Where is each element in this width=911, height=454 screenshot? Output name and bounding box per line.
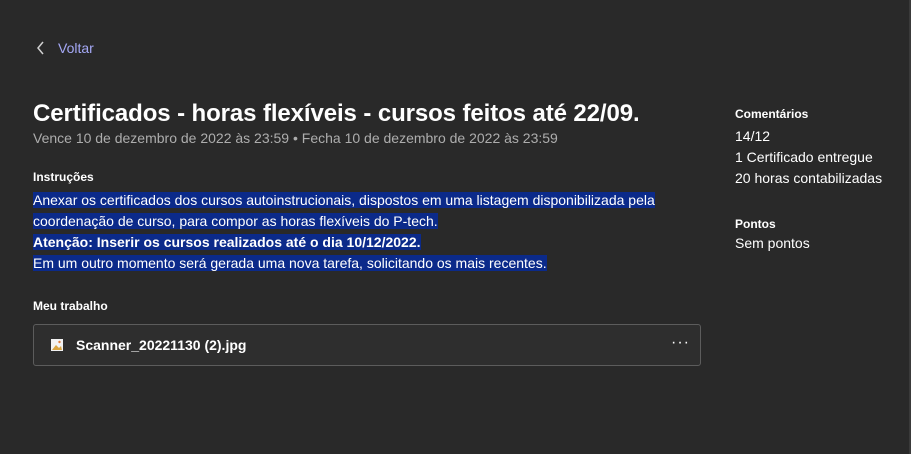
comments-label: Comentários xyxy=(735,107,809,121)
points-value: Sem pontos xyxy=(735,235,810,251)
instruction-line-bold: Atenção: Inserir os cursos realizados at… xyxy=(33,234,421,250)
assignment-title: Certificados - horas flexíveis - cursos … xyxy=(33,100,640,127)
instructions-label: Instruções xyxy=(33,170,94,184)
back-button[interactable]: Voltar xyxy=(36,40,94,56)
instruction-line: Anexar os certificados dos cursos autoin… xyxy=(33,192,655,208)
instruction-line: coordenação de curso, para compor as hor… xyxy=(33,213,438,229)
attachment-file-name[interactable]: Scanner_20221130 (2).jpg xyxy=(76,337,246,353)
comment-line: 1 Certificado entregue xyxy=(735,149,873,165)
chevron-left-icon xyxy=(37,41,44,55)
points-label: Pontos xyxy=(735,217,776,231)
instructions-text: Anexar os certificados dos cursos autoin… xyxy=(33,190,693,274)
my-work-label: Meu trabalho xyxy=(33,299,108,313)
comment-line: 14/12 xyxy=(735,128,771,144)
due-date: Vence 10 de dezembro de 2022 às 23:59 • … xyxy=(33,130,558,146)
more-options-icon[interactable]: ··· xyxy=(671,334,690,352)
image-file-icon xyxy=(51,339,63,351)
back-label: Voltar xyxy=(58,40,94,56)
instruction-line: Em um outro momento será gerada uma nova… xyxy=(33,255,547,271)
attachment-card[interactable]: Scanner_20221130 (2).jpg ··· xyxy=(33,324,701,366)
comment-line: 20 horas contabilizadas xyxy=(735,170,883,186)
